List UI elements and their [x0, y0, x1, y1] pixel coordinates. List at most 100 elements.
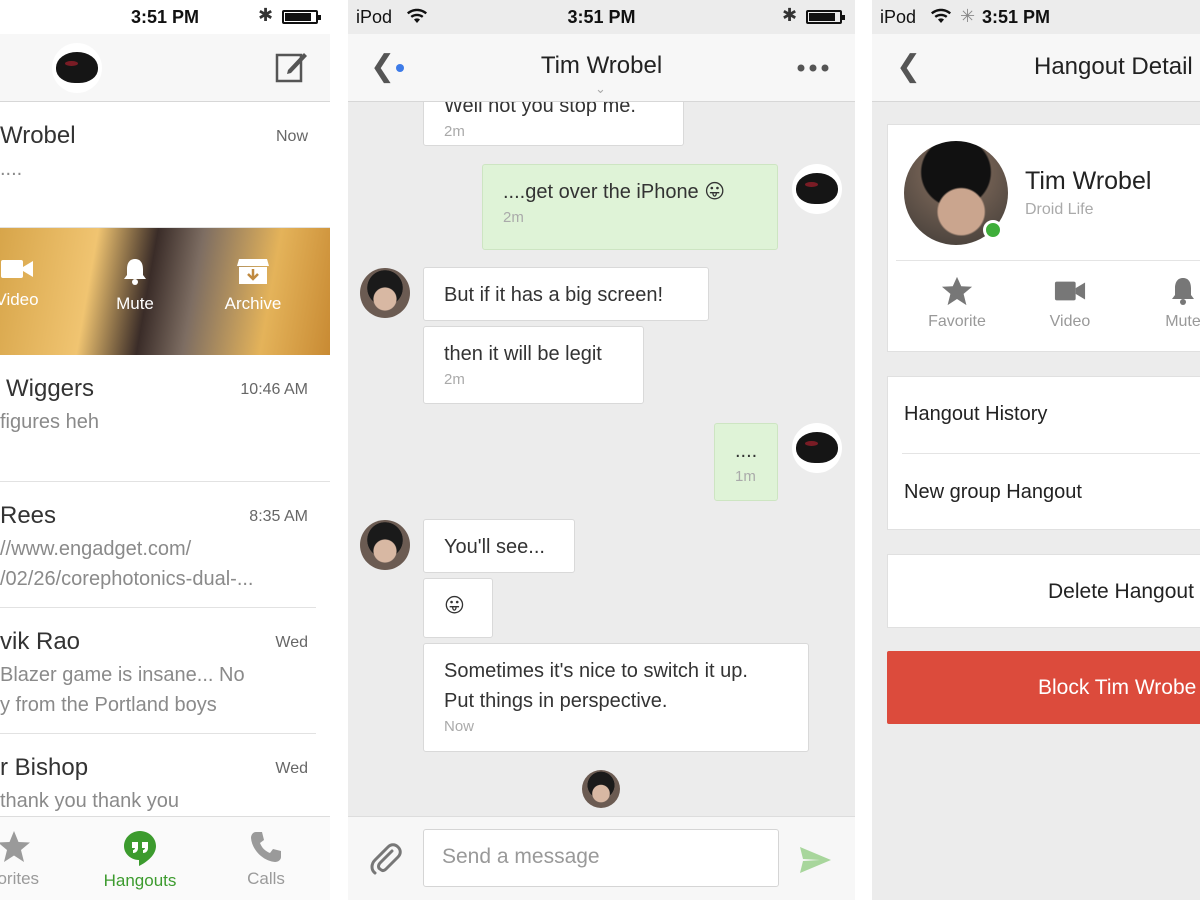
chevron-down-icon[interactable]: ⌄	[595, 81, 606, 97]
attach-paperclip-icon[interactable]	[368, 841, 404, 877]
swipe-mute-label: Mute	[116, 294, 154, 313]
more-options-icon[interactable]	[797, 64, 829, 72]
profile-avatar[interactable]	[52, 43, 102, 93]
app-bar	[0, 34, 330, 102]
video-icon	[1, 260, 33, 278]
contact-avatar	[360, 520, 410, 570]
chat-title[interactable]: Tim Wrobel	[348, 52, 855, 80]
message-composer: Send a message	[348, 816, 855, 900]
my-avatar	[792, 423, 842, 473]
swipe-archive-button[interactable]: Archive	[208, 256, 298, 314]
message-text: ....	[735, 440, 758, 462]
contact-subtitle: Droid Life	[1025, 201, 1094, 218]
swipe-video-button[interactable]: Video	[0, 256, 62, 310]
mute-button[interactable]: Mute	[1138, 275, 1200, 331]
wifi-icon	[931, 8, 951, 23]
conversation-time: 10:46 AM	[240, 381, 308, 398]
conversation-item[interactable]: vik Rao Wed Blazer game is insane... No …	[0, 608, 316, 734]
message-bubble[interactable]: You'll see...	[423, 519, 575, 573]
tab-favorites-label: vorites	[0, 869, 40, 888]
message-text-line: Put things in perspective.	[444, 690, 668, 712]
status-bar: 3:51 PM ✱	[0, 0, 330, 34]
conversation-item[interactable]: r Bishop Wed thank you thank you	[0, 734, 316, 816]
message-text-line: Sometimes it's nice to switch it up.	[444, 660, 748, 682]
video-call-button[interactable]: Video	[1025, 275, 1115, 331]
conversation-time: 8:35 AM	[249, 508, 308, 525]
swipe-archive-label: Archive	[224, 294, 282, 313]
message-text: 😛	[444, 595, 465, 617]
video-icon	[1054, 281, 1086, 301]
star-icon	[941, 276, 973, 306]
status-time: 3:51 PM	[130, 7, 200, 27]
tab-hangouts-label: Hangouts	[103, 871, 177, 890]
message-time: 2m	[444, 123, 465, 140]
conversation-item[interactable]: Rees 8:35 AM //www.engadget.com/ /02/26/…	[0, 482, 316, 608]
conversation-snippet: thank you thank you	[0, 790, 180, 812]
loading-spinner-icon: ✳	[960, 6, 976, 26]
online-status-dot	[983, 220, 1003, 240]
tab-calls-label: Calls	[247, 869, 285, 888]
hangouts-icon	[124, 831, 156, 866]
message-text: You'll see...	[444, 536, 545, 558]
message-text: then it will be legit	[444, 343, 602, 365]
battery-icon	[282, 10, 321, 24]
message-input-placeholder: Send a message	[442, 845, 600, 868]
contact-avatar	[360, 268, 410, 318]
favorite-button[interactable]: Favorite	[912, 275, 1002, 331]
my-avatar	[792, 164, 842, 214]
back-chevron-icon[interactable]: ❮	[896, 52, 921, 82]
message-time: Now	[444, 718, 475, 735]
status-bar: iPod ✳ 3:51 PM	[872, 0, 1200, 34]
conversation-name: Wiggers	[6, 375, 95, 402]
compose-icon[interactable]	[274, 50, 308, 84]
message-time: 2m	[444, 371, 465, 388]
tab-hangouts[interactable]: Hangouts	[90, 829, 190, 891]
conversation-name: Rees	[0, 502, 57, 529]
details-title: Hangout Detail	[1034, 53, 1193, 80]
conversation-list-screen: 3:51 PM ✱ Wrobel Now .... Video Mute Arc…	[0, 0, 330, 900]
read-receipt-avatar	[582, 770, 620, 808]
options-card: Hangout History New group Hangout	[887, 376, 1200, 530]
favorite-label: Favorite	[928, 313, 986, 330]
swipe-video-label: Video	[0, 290, 39, 309]
conversation-name: Wrobel	[0, 122, 76, 149]
bluetooth-icon: ✱	[258, 5, 274, 25]
block-contact-button[interactable]: Block Tim Wrobe	[887, 651, 1200, 724]
message-time: 1m	[735, 468, 756, 485]
delete-hangout-button[interactable]: Delete Hangout	[887, 554, 1200, 628]
conversation-item[interactable]: Wiggers 10:46 AM figures heh	[0, 355, 330, 482]
hangout-history-row[interactable]: Hangout History	[888, 377, 1200, 454]
message-bubble[interactable]: then it will be legit 2m	[423, 326, 644, 404]
conversation-snippet-line: Blazer game is insane... No	[0, 664, 245, 686]
conversation-item[interactable]: Wrobel Now ....	[0, 102, 330, 228]
new-group-hangout-row[interactable]: New group Hangout	[888, 454, 1200, 531]
message-bubble-mine[interactable]: .... 1m	[714, 423, 778, 501]
hangout-history-label: Hangout History	[904, 403, 1048, 425]
message-text: But if it has a big screen!	[444, 284, 664, 306]
delete-hangout-label: Delete Hangout	[1048, 580, 1194, 603]
status-time: 3:51 PM	[567, 7, 636, 27]
message-bubble[interactable]: Sometimes it's nice to switch it up. Put…	[423, 643, 809, 752]
bell-icon	[124, 259, 146, 285]
divider	[896, 260, 1200, 261]
archive-icon	[237, 259, 269, 284]
message-bubble[interactable]: 😛	[423, 578, 493, 638]
chat-app-bar: ❮ Tim Wrobel ⌄	[348, 34, 855, 102]
chat-screen: iPod 3:51 PM ✱ Well not you stop me. 2m …	[348, 0, 855, 900]
tab-favorites[interactable]: vorites	[0, 829, 64, 889]
message-bubble-mine[interactable]: ....get over the iPhone 😛 2m	[482, 164, 778, 250]
battery-icon	[806, 10, 845, 24]
conversation-snippet-line: //www.engadget.com/	[0, 538, 192, 560]
message-bubble[interactable]: But if it has a big screen!	[423, 267, 709, 321]
conversation-snippet-line: /02/26/corephotonics-dual-...	[0, 568, 254, 590]
status-time: 3:51 PM	[982, 7, 1051, 27]
swipe-mute-button[interactable]: Mute	[90, 256, 180, 314]
tab-calls[interactable]: Calls	[216, 829, 316, 889]
send-icon[interactable]	[798, 845, 832, 875]
contact-card: Tim Wrobel Droid Life Favorite Video Mut…	[887, 124, 1200, 352]
video-label: Video	[1049, 313, 1091, 330]
conversation-snippet-line: y from the Portland boys	[0, 694, 217, 716]
message-input[interactable]: Send a message	[423, 829, 779, 887]
contact-name: Tim Wrobel	[1025, 167, 1152, 195]
swipe-action-strip: Video Mute Archive	[0, 228, 330, 355]
